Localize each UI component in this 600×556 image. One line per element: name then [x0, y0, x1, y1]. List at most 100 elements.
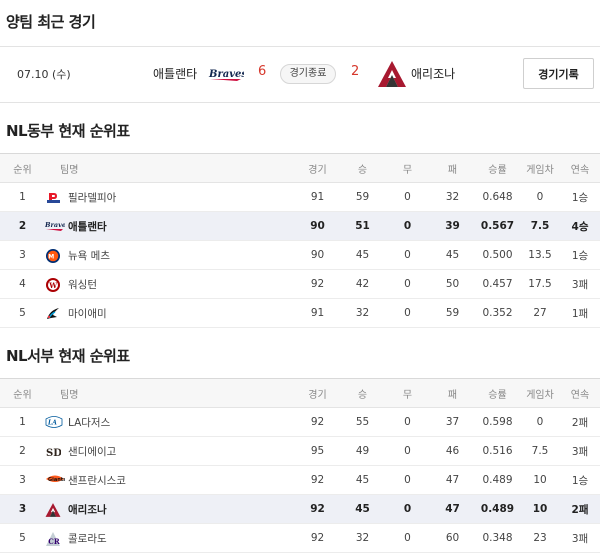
games-cell: 90: [295, 211, 340, 241]
team-cell: Giants 샌프란시스코: [45, 465, 295, 495]
rank-cell: 3: [0, 465, 45, 495]
col-games-behind: 게임차: [520, 378, 560, 408]
team-name[interactable]: 애틀랜타: [68, 219, 107, 234]
draws-cell: 0: [385, 298, 430, 328]
team-name[interactable]: 애리조나: [68, 502, 107, 517]
col-games: 경기: [295, 378, 340, 408]
standings-row[interactable]: 1 LA LA다저스 92 55 0 37 0.598 0 2패: [0, 407, 600, 437]
col-losses: 패: [430, 378, 475, 408]
losses-cell: 47: [430, 465, 475, 495]
draws-cell: 0: [385, 211, 430, 241]
games-cell: 92: [295, 269, 340, 299]
losses-cell: 32: [430, 182, 475, 212]
games-behind-cell: 17.5: [520, 269, 560, 299]
recent-games-title: 양팀 최근 경기: [6, 13, 96, 31]
svg-text:M: M: [48, 254, 54, 261]
games-cell: 92: [295, 494, 340, 524]
rank-cell: 2: [0, 436, 45, 466]
wins-cell: 42: [340, 269, 385, 299]
table-header-row: 순위 팀명 경기 승 무 패 승률 게임차 연속: [0, 153, 600, 183]
game-record-button[interactable]: 경기기록: [523, 58, 594, 89]
away-team-name[interactable]: 애리조나: [411, 65, 455, 82]
streak-cell: 2패: [560, 494, 600, 524]
games-behind-cell: 10: [520, 465, 560, 495]
col-losses: 패: [430, 153, 475, 183]
standings-row[interactable]: 4 W 워싱턴 92 42 0 50 0.457 17.5 3패: [0, 269, 600, 299]
col-games: 경기: [295, 153, 340, 183]
team-name[interactable]: 마이애미: [68, 306, 107, 321]
losses-cell: 39: [430, 211, 475, 241]
col-streak: 연속: [560, 378, 600, 408]
table-header-row: 순위 팀명 경기 승 무 패 승률 게임차 연속: [0, 378, 600, 408]
team-name[interactable]: 뉴욕 메츠: [68, 248, 110, 263]
standings-row[interactable]: 5 CR 콜로라도 92 32 0 60 0.348 23 3패: [0, 523, 600, 553]
home-team-name[interactable]: 애틀랜타: [153, 65, 197, 82]
braves-logo-icon: Braves: [208, 66, 247, 86]
team-name[interactable]: 샌디에이고: [68, 444, 116, 459]
pct-cell: 0.500: [475, 240, 520, 270]
nl-east-title: NL동부 현재 순위표: [6, 122, 130, 140]
draws-cell: 0: [385, 240, 430, 270]
nl-west-title: NL서부 현재 순위표: [6, 347, 130, 365]
team-name[interactable]: 필라델피아: [68, 190, 116, 205]
draws-cell: 0: [385, 436, 430, 466]
team-cell: W 워싱턴: [45, 269, 295, 299]
svg-text:Braves: Braves: [45, 221, 65, 229]
wins-cell: 59: [340, 182, 385, 212]
col-rank: 순위: [0, 153, 45, 183]
games-behind-cell: 27: [520, 298, 560, 328]
col-rank: 순위: [0, 378, 45, 408]
nationals-logo-icon: W: [45, 277, 62, 292]
standings-row[interactable]: 2 SD 샌디에이고 95 49 0 46 0.516 7.5 3패: [0, 436, 600, 466]
standings-row[interactable]: 2Braves애틀랜타90510390.5677.54승: [0, 211, 600, 241]
team-cell: Braves애틀랜타: [44, 211, 295, 241]
games-cell: 92: [295, 523, 340, 553]
games-cell: 95: [295, 436, 340, 466]
losses-cell: 59: [430, 298, 475, 328]
team-name[interactable]: 샌프란시스코: [68, 473, 126, 488]
standings-row[interactable]: 3 M 뉴욕 메츠 90 45 0 45 0.500 13.5 1승: [0, 240, 600, 270]
pct-cell: 0.352: [475, 298, 520, 328]
draws-cell: 0: [385, 182, 430, 212]
braves-logo-icon: Braves: [44, 219, 70, 233]
team-cell: LA LA다저스: [45, 407, 295, 437]
pct-cell: 0.489: [475, 465, 520, 495]
phillies-logo-icon: [45, 190, 62, 204]
streak-cell: 1승: [560, 182, 600, 212]
team-cell: 애리조나: [45, 494, 295, 524]
team-name[interactable]: 콜로라도: [68, 531, 107, 546]
wins-cell: 45: [340, 465, 385, 495]
games-cell: 90: [295, 240, 340, 270]
wins-cell: 45: [340, 240, 385, 270]
rank-cell: 3: [0, 494, 45, 524]
wins-cell: 45: [340, 494, 385, 524]
games-behind-cell: 13.5: [520, 240, 560, 270]
svg-text:W: W: [48, 281, 57, 290]
team-cell: M 뉴욕 메츠: [45, 240, 295, 270]
svg-text:Giants: Giants: [48, 477, 65, 483]
team-name[interactable]: 워싱턴: [68, 277, 97, 292]
losses-cell: 50: [430, 269, 475, 299]
games-behind-cell: 10: [520, 494, 560, 524]
pct-cell: 0.489: [475, 494, 520, 524]
wins-cell: 55: [340, 407, 385, 437]
standings-row[interactable]: 1 필라델피아 91 59 0 32 0.648 0 1승: [0, 182, 600, 212]
games-cell: 91: [295, 298, 340, 328]
col-team: 팀명: [45, 153, 295, 183]
rank-cell: 1: [0, 182, 45, 212]
standings-row[interactable]: 5 마이애미 91 32 0 59 0.352 27 1패: [0, 298, 600, 328]
games-cell: 92: [295, 407, 340, 437]
team-name[interactable]: LA다저스: [68, 415, 110, 430]
standings-row[interactable]: 3 애리조나 92 45 0 47 0.489 10 2패: [0, 494, 600, 524]
pct-cell: 0.567: [475, 211, 520, 241]
draws-cell: 0: [385, 407, 430, 437]
home-score: 6: [258, 64, 267, 79]
games-behind-cell: 7.5: [520, 211, 560, 241]
standings-row[interactable]: 3 Giants 샌프란시스코 92 45 0 47 0.489 10 1승: [0, 465, 600, 495]
rank-cell: 3: [0, 240, 45, 270]
streak-cell: 3패: [560, 269, 600, 299]
svg-text:CR: CR: [48, 537, 60, 546]
pct-cell: 0.516: [475, 436, 520, 466]
pct-cell: 0.598: [475, 407, 520, 437]
streak-cell: 3패: [560, 523, 600, 553]
